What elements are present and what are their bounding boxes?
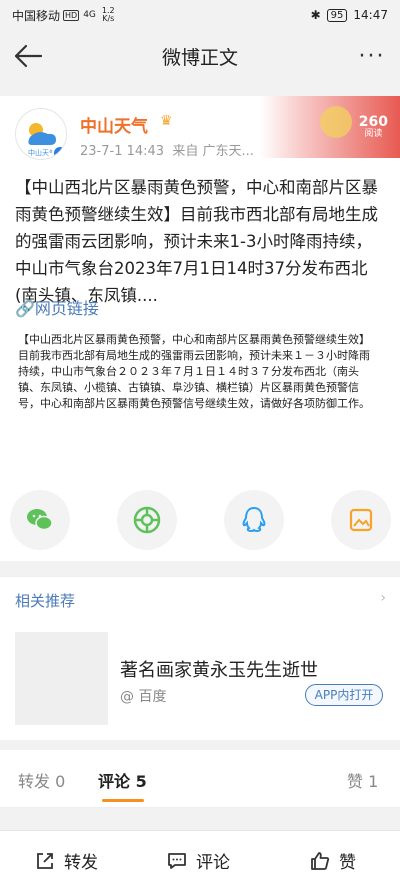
read-count-banner: 260 阅读 xyxy=(260,96,400,158)
link-icon: 🔗 xyxy=(15,299,35,318)
comment-label: 评论 xyxy=(196,853,230,873)
recommendation-card[interactable]: 著名画家黄永玉先生逝世 @ 百度 APP内打开 xyxy=(0,620,400,740)
author-name[interactable]: 中山天气 xyxy=(80,112,148,137)
related-label: 相关推荐 xyxy=(15,592,76,610)
qq-icon xyxy=(242,506,266,533)
repost-label: 转发 xyxy=(64,853,98,873)
recommendation-title[interactable]: 著名画家黄永玉先生逝世 xyxy=(120,656,318,682)
carrier-name: 中国移动 xyxy=(12,8,61,23)
tab-comments[interactable]: 评论 5 xyxy=(98,768,147,792)
back-arrow-icon xyxy=(14,44,43,68)
moments-icon xyxy=(133,506,161,534)
interaction-tabs: 转发 0 评论 5 赞 1 xyxy=(0,750,400,808)
post-source: 来自 广东天... xyxy=(172,144,254,159)
image-icon xyxy=(349,508,373,532)
nav-bar: 微博正文 ··· xyxy=(0,30,400,82)
back-button[interactable] xyxy=(0,30,56,82)
wechat-icon xyxy=(27,509,53,531)
chevron-right-icon: › xyxy=(380,590,386,606)
recommendation-source: @ 百度 xyxy=(120,689,167,705)
share-row xyxy=(0,490,400,550)
hd-badge: HD xyxy=(63,9,80,21)
signal-icon: 4G xyxy=(83,10,96,20)
post-image-text[interactable]: 【中山西北片区暴雨黄色预警，中心和南部片区暴雨黄色预警继续生效】目前我市西北部有… xyxy=(18,332,380,412)
battery-icon: 95 xyxy=(326,8,348,22)
open-in-app-button[interactable]: APP内打开 xyxy=(305,684,383,706)
recommendation-thumbnail xyxy=(15,632,108,725)
like-label: 赞 xyxy=(339,853,356,873)
page-title: 微博正文 xyxy=(161,46,238,69)
post-text[interactable]: 【中山西北片区暴雨黄色预警，中心和南部片区暴雨黄色预警继续生效】目前我市西北部有… xyxy=(15,174,385,309)
related-header[interactable]: 相关推荐 › xyxy=(0,576,400,620)
like-button[interactable]: 赞 xyxy=(309,848,356,873)
share-wechat-button[interactable] xyxy=(10,490,70,550)
avatar[interactable]: 中山天气 xyxy=(15,108,67,160)
repost-button[interactable]: 转发 xyxy=(34,848,98,873)
web-link[interactable]: 🔗网页链接 xyxy=(15,295,99,319)
post-timestamp: 23-7-1 14:43 xyxy=(80,144,165,159)
share-moments-button[interactable] xyxy=(117,490,177,550)
read-count: 260 阅读 xyxy=(359,115,388,140)
share-qq-button[interactable] xyxy=(224,490,284,550)
thumbs-up-icon xyxy=(311,851,330,870)
post-meta: 23-7-1 14:43 来自 广东天... xyxy=(80,140,280,159)
network-speed: 1.2 K/s xyxy=(102,7,115,23)
verified-badge-icon xyxy=(52,145,66,159)
network-speed-unit: K/s xyxy=(102,14,115,23)
web-link-label: 网页链接 xyxy=(34,299,99,318)
comment-icon xyxy=(168,852,186,869)
emblem-icon xyxy=(320,106,352,138)
comment-button[interactable]: 评论 xyxy=(166,848,230,873)
tab-likes[interactable]: 赞 1 xyxy=(347,768,378,792)
status-bar: 中国移动 HD 4G 1.2 K/s ✱ 95 14:47 xyxy=(0,0,400,30)
save-image-button[interactable] xyxy=(331,490,391,550)
bluetooth-icon: ✱ xyxy=(310,8,321,22)
more-options-icon[interactable]: ··· xyxy=(344,30,400,82)
active-tab-indicator xyxy=(102,799,144,802)
crown-icon: ♛ xyxy=(160,113,173,129)
repost-icon xyxy=(37,852,53,869)
bottom-action-bar: 转发 评论 赞 xyxy=(0,830,400,888)
clock: 14:47 xyxy=(353,8,388,22)
tab-reposts[interactable]: 转发 0 xyxy=(18,768,65,792)
